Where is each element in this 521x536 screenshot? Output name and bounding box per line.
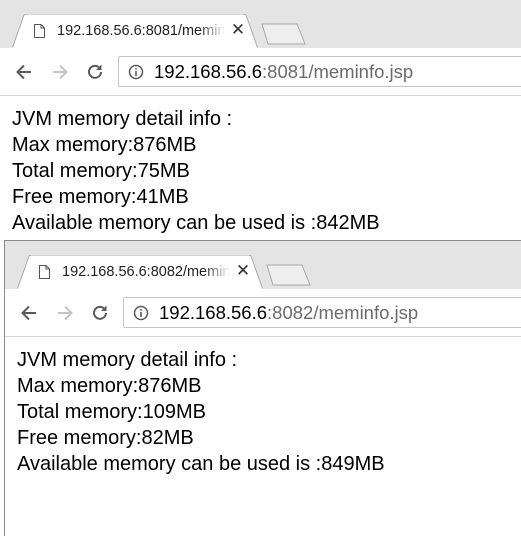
free-memory-line: Free memory:82MB: [17, 427, 194, 449]
url-path: :8082/meminfo.jsp: [267, 302, 419, 323]
max-memory-line: Max memory:876MB: [12, 134, 197, 156]
browser-window-8082: 192.168.56.6:8082/meminfo.jsp ✕ 192.168.…: [4, 240, 521, 536]
new-tab-button[interactable]: [265, 264, 313, 286]
page-icon: [39, 265, 50, 279]
available-memory-line: Available memory can be used is :842MB: [12, 212, 380, 234]
info-icon[interactable]: [133, 305, 149, 321]
toolbar: 192.168.56.6:8081/meminfo.jsp: [0, 48, 521, 96]
back-arrow-icon[interactable]: [14, 62, 34, 82]
total-memory-line: Total memory:75MB: [12, 160, 190, 182]
heading-line: JVM memory detail info :: [12, 108, 233, 130]
new-tab-button[interactable]: [260, 23, 308, 45]
url-text: 192.168.56.6:8082/meminfo.jsp: [159, 302, 418, 324]
available-memory-line: Available memory can be used is :849MB: [17, 453, 385, 475]
forward-arrow-icon[interactable]: [50, 62, 70, 82]
url-text: 192.168.56.6:8081/meminfo.jsp: [154, 61, 413, 83]
browser-window-8081: 192.168.56.6:8081/meminfo.jsp ✕ 192.168.…: [0, 0, 521, 240]
reload-icon[interactable]: [90, 303, 110, 323]
back-arrow-icon[interactable]: [19, 303, 39, 323]
page-content: JVM memory detail info : Max memory:876M…: [5, 337, 521, 477]
close-icon[interactable]: ✕: [235, 262, 251, 280]
page-content: JVM memory detail info : Max memory:876M…: [0, 96, 521, 236]
close-icon[interactable]: ✕: [230, 21, 246, 39]
tab-meminfo-8081[interactable]: 192.168.56.6:8081/meminfo.jsp ✕: [12, 14, 258, 49]
page-icon: [34, 24, 45, 38]
tab-title: 192.168.56.6:8082/meminfo.jsp: [62, 264, 230, 280]
info-icon[interactable]: [128, 64, 144, 80]
total-memory-line: Total memory:109MB: [17, 401, 206, 423]
toolbar: 192.168.56.6:8082/meminfo.jsp: [5, 289, 521, 337]
forward-arrow-icon[interactable]: [55, 303, 75, 323]
heading-line: JVM memory detail info :: [17, 349, 238, 371]
tab-strip: 192.168.56.6:8082/meminfo.jsp ✕: [5, 241, 521, 290]
tab-title: 192.168.56.6:8081/meminfo.jsp: [57, 23, 225, 39]
address-bar[interactable]: 192.168.56.6:8081/meminfo.jsp: [118, 56, 521, 87]
url-host: 192.168.56.6: [159, 302, 268, 323]
address-bar[interactable]: 192.168.56.6:8082/meminfo.jsp: [123, 297, 521, 328]
tab-meminfo-8082[interactable]: 192.168.56.6:8082/meminfo.jsp ✕: [17, 255, 263, 290]
url-path: :8081/meminfo.jsp: [262, 61, 414, 82]
tab-strip: 192.168.56.6:8081/meminfo.jsp ✕: [0, 0, 521, 49]
max-memory-line: Max memory:876MB: [17, 375, 202, 397]
url-host: 192.168.56.6: [154, 61, 263, 82]
free-memory-line: Free memory:41MB: [12, 186, 189, 208]
reload-icon[interactable]: [85, 62, 105, 82]
